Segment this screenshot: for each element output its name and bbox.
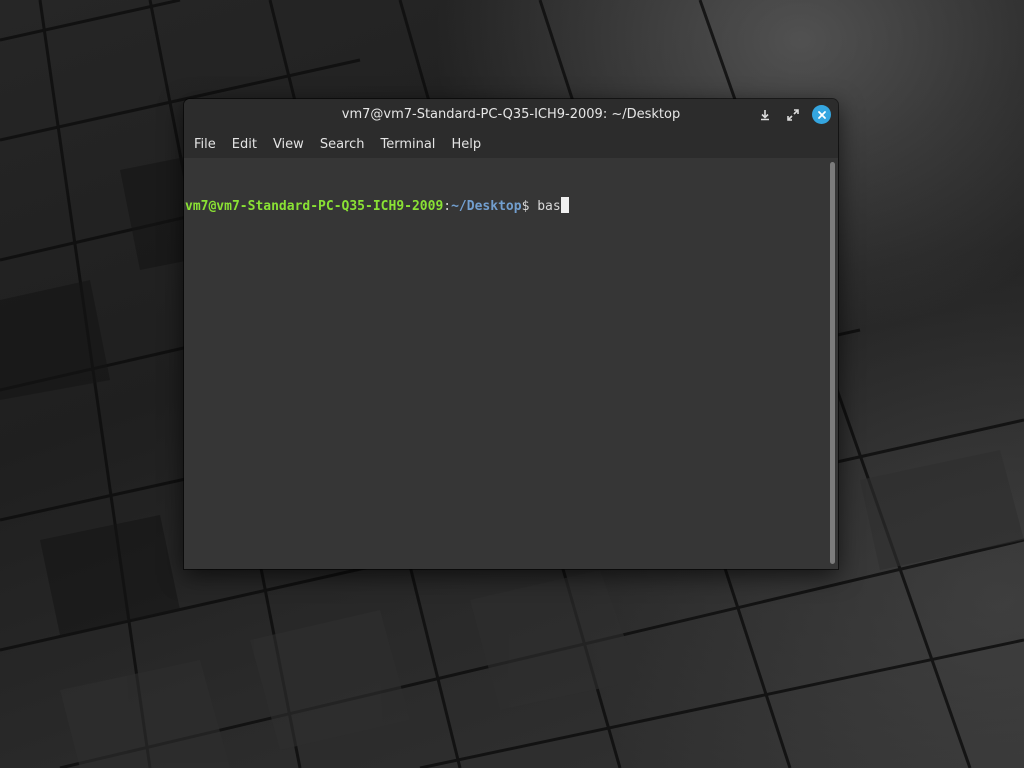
title-bar[interactable]: vm7@vm7-Standard-PC-Q35-ICH9-2009: ~/Des… — [184, 99, 838, 131]
close-button[interactable] — [812, 105, 831, 124]
menu-terminal[interactable]: Terminal — [372, 131, 443, 158]
scrollbar-track[interactable] — [828, 158, 838, 569]
prompt-symbol: $ — [521, 199, 538, 214]
prompt-path: ~/Desktop — [451, 199, 522, 214]
menu-bar: File Edit View Search Terminal Help — [184, 131, 838, 158]
close-icon — [817, 110, 826, 119]
window-title: vm7@vm7-Standard-PC-Q35-ICH9-2009: ~/Des… — [341, 107, 681, 122]
download-arrow-icon — [761, 110, 769, 121]
prompt-line: vm7@vm7-Standard-PC-Q35-ICH9-2009:~/Desk… — [185, 196, 828, 216]
menu-edit[interactable]: Edit — [224, 131, 265, 158]
terminal-window[interactable]: vm7@vm7-Standard-PC-Q35-ICH9-2009: ~/Des… — [184, 99, 838, 569]
menu-search[interactable]: Search — [312, 131, 373, 158]
expand-arrows-icon — [787, 109, 799, 121]
terminal-output[interactable]: vm7@vm7-Standard-PC-Q35-ICH9-2009:~/Desk… — [184, 158, 828, 569]
prompt-user-host: vm7@vm7-Standard-PC-Q35-ICH9-2009 — [185, 199, 444, 214]
minimize-button[interactable] — [756, 106, 774, 124]
menu-file[interactable]: File — [186, 131, 224, 158]
menu-view[interactable]: View — [265, 131, 312, 158]
text-cursor — [560, 197, 569, 213]
scrollbar-thumb[interactable] — [830, 162, 835, 564]
prompt-colon: : — [443, 199, 452, 214]
typed-command: bas — [537, 199, 561, 214]
menu-help[interactable]: Help — [443, 131, 489, 158]
maximize-button[interactable] — [784, 106, 802, 124]
